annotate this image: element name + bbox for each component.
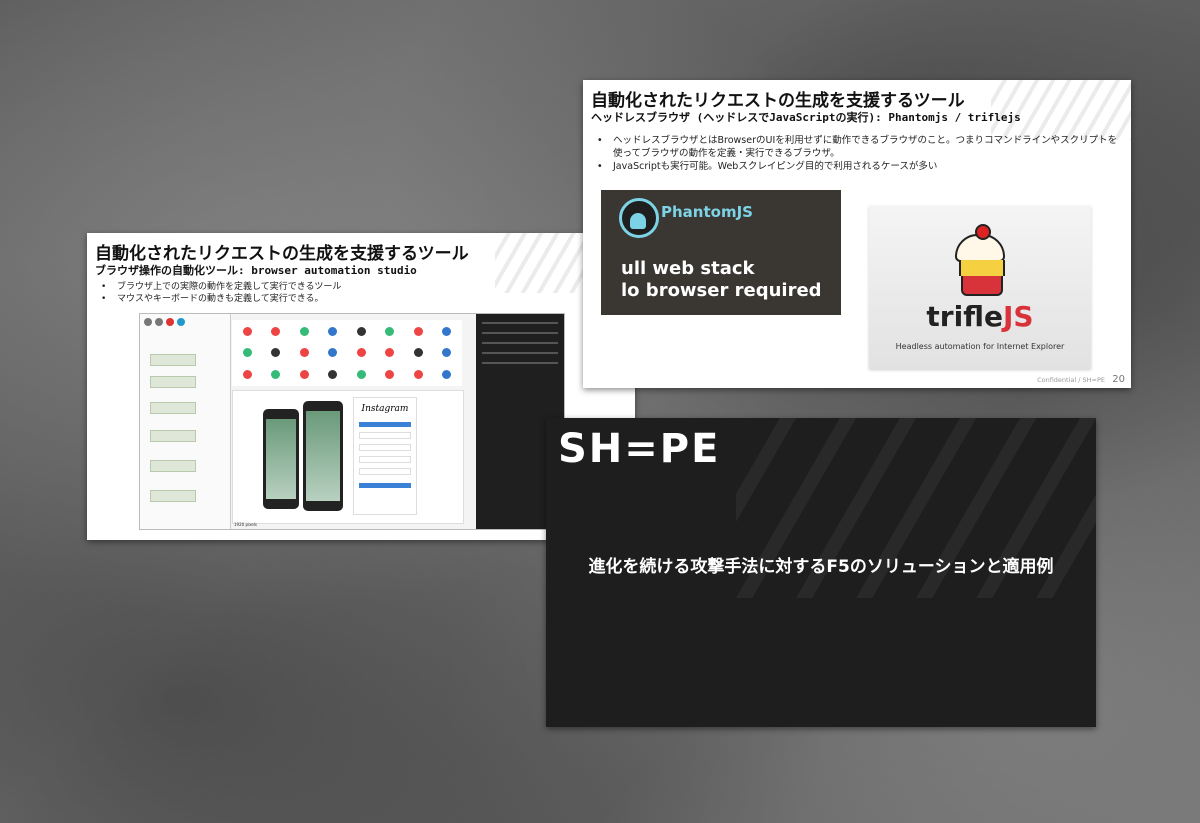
- phantomjs-tagline-1: ull web stack: [621, 258, 755, 279]
- flow-node: [150, 460, 196, 472]
- record-icon: [144, 318, 152, 326]
- play-icon: [177, 318, 185, 326]
- flow-node: [150, 430, 196, 442]
- bullet-item: ヘッドレスブラウザとはBrowserのUIを利用せずに動作できるブラウザのこと。…: [591, 134, 1121, 160]
- triflejs-tagline: Headless automation for Internet Explore…: [895, 342, 1065, 351]
- editor-toolbar: [140, 314, 230, 330]
- triflejs-logo-card: trifleJS Headless automation for Interne…: [869, 206, 1091, 369]
- action-icon-grid: [232, 320, 462, 386]
- bullet-item: JavaScriptも実行可能。Webスクレイピング目的で利用されるケースが多い: [591, 160, 1121, 173]
- bullet-list: ブラウザ上での実際の動作を定義して実行できるツール マウスやキーボードの動きも定…: [95, 281, 341, 305]
- slide-footer: Confidential / SH=PE: [1037, 376, 1105, 384]
- form-field: [359, 456, 411, 463]
- page-number: 20: [1112, 374, 1125, 385]
- slide-subtitle: ヘッドレスブラウザ (ヘッドレスでJavaScriptの実行): Phantom…: [591, 111, 1021, 124]
- slide-title: 自動化されたリクエストの生成を支援するツール: [591, 91, 965, 111]
- instagram-logo: Instagram: [361, 404, 409, 414]
- bullet-item: マウスやキーボードの動きも定義して実行できる。: [95, 293, 341, 305]
- phantomjs-tagline-2: lo browser required: [621, 280, 822, 301]
- ghost-icon: [619, 198, 659, 238]
- shape-logo: SH=PE: [558, 426, 721, 472]
- delete-icon: [166, 318, 174, 326]
- phantomjs-banner: PhantomJS ull web stack lo browser requi…: [601, 190, 841, 315]
- bullet-list: ヘッドレスブラウザとはBrowserのUIを利用せずに動作できるブラウザのこと。…: [591, 134, 1121, 173]
- slide-headless-browser: 自動化されたリクエストの生成を支援するツール ヘッドレスブラウザ (ヘッドレスで…: [583, 80, 1131, 388]
- phone-image: [263, 409, 299, 509]
- instagram-signup-form: Instagram: [353, 397, 417, 515]
- flow-node: [150, 376, 196, 388]
- triflejs-wordmark: trifleJS: [926, 300, 1034, 333]
- bullet-item: ブラウザ上での実際の動作を定義して実行できるツール: [95, 281, 341, 293]
- flow-node: [150, 402, 196, 414]
- slide-title: 進化を続ける攻撃手法に対するF5のソリューションと適用例: [588, 557, 1054, 577]
- stop-icon: [155, 318, 163, 326]
- slide-subtitle: ブラウザ操作の自動化ツール: browser automation studio: [95, 264, 417, 277]
- form-field: [359, 432, 411, 439]
- slide-title-shape: SH=PE 進化を続ける攻撃手法に対するF5のソリューションと適用例: [546, 418, 1096, 727]
- flow-node: [150, 354, 196, 366]
- facebook-login-button: [359, 422, 411, 427]
- signup-button: [359, 483, 411, 488]
- embedded-browser-view: Instagram: [232, 390, 464, 524]
- flow-node: [150, 490, 196, 502]
- phantomjs-name: PhantomJS: [661, 203, 753, 221]
- trifle-cup-icon: [955, 224, 1005, 296]
- browser-automation-studio-screenshot: Instagram 1920 pixels: [139, 313, 565, 530]
- slide-title: 自動化されたリクエストの生成を支援するツール: [95, 244, 469, 264]
- status-text: 1920 pixels: [234, 522, 258, 527]
- form-field: [359, 444, 411, 451]
- phone-image: [303, 401, 343, 511]
- script-editor-panel: [140, 314, 231, 529]
- form-field: [359, 468, 411, 475]
